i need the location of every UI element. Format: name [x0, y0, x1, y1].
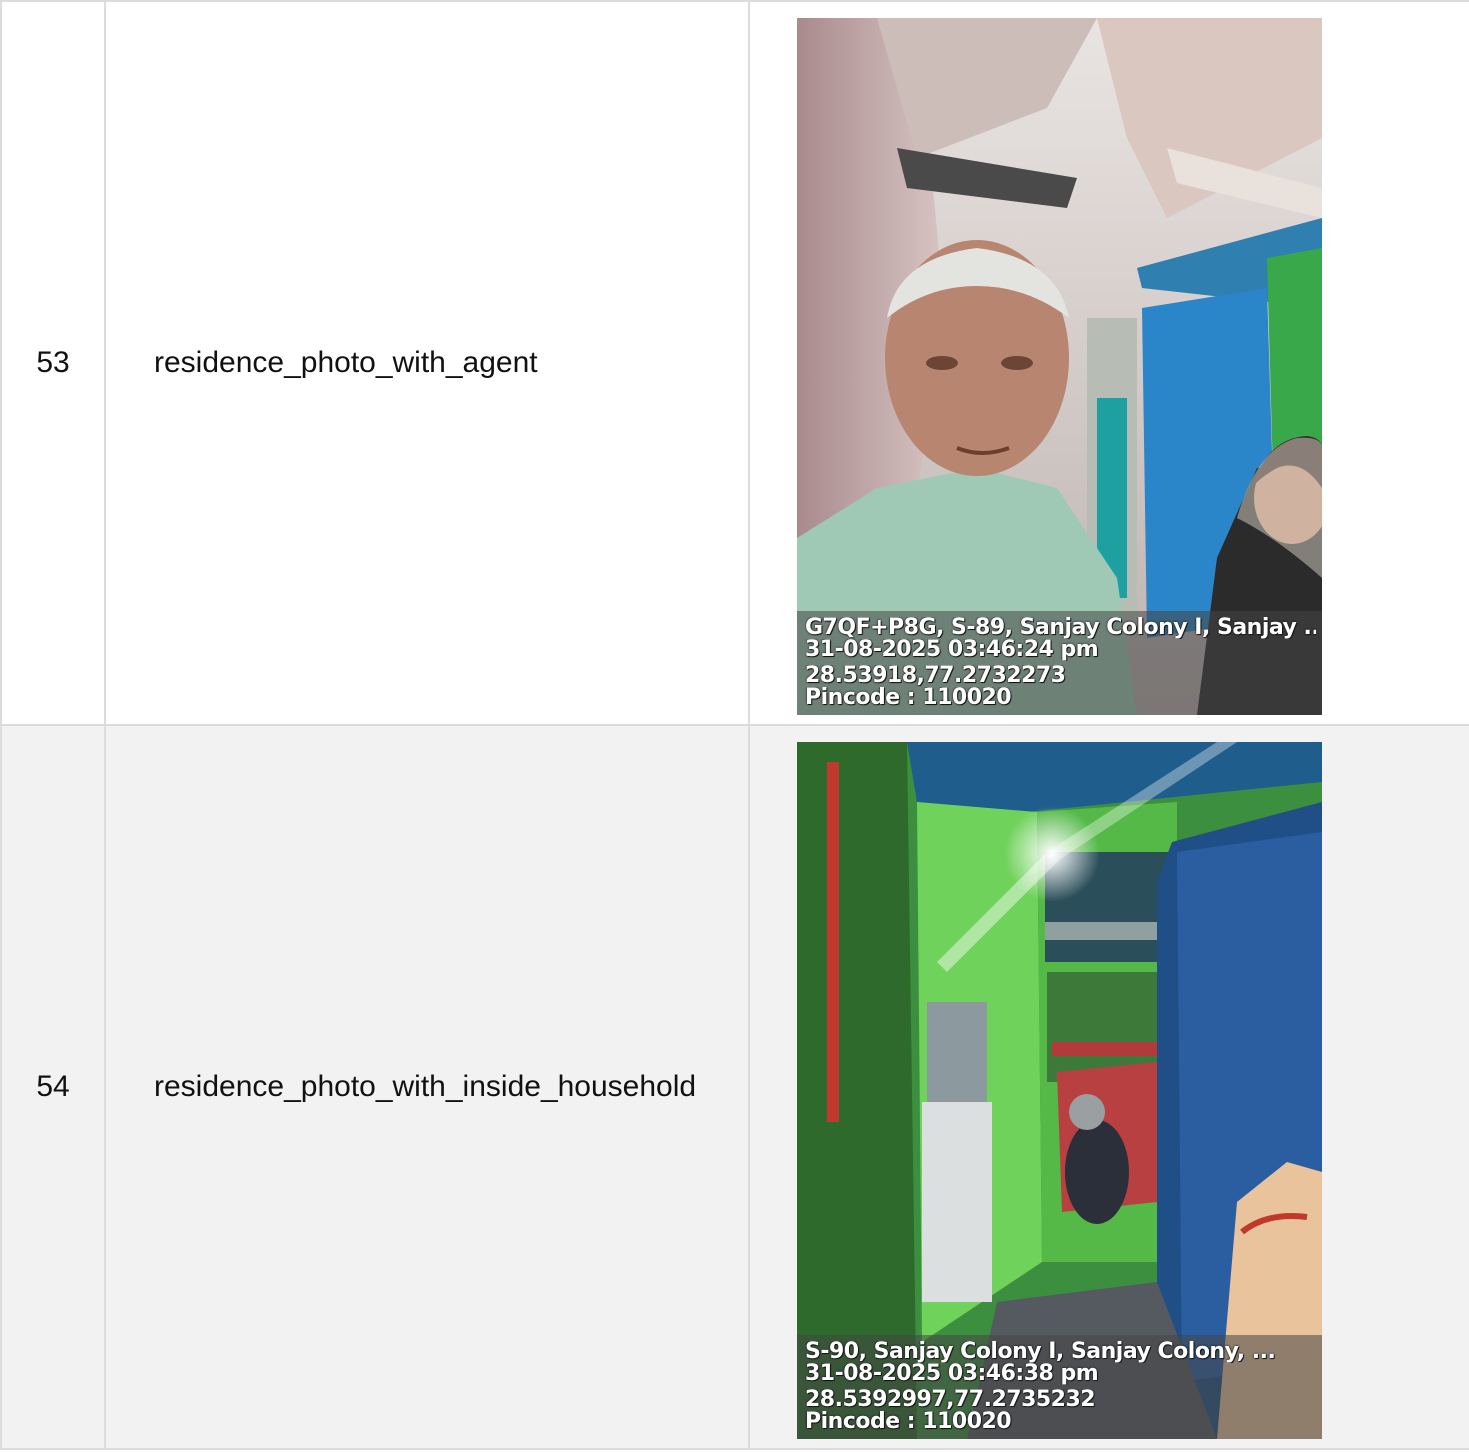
row-number: 53: [0, 0, 106, 726]
photo-coordinates: 28.5392997,77.2735232: [805, 1389, 1096, 1411]
table-row: 54 residence_photo_with_inside_household: [0, 724, 1469, 1450]
table-row: 53 residence_photo_with_agent G7QF+P8G, …: [0, 0, 1469, 726]
photo-datetime: 31-08-2025 03:46:38 pm: [805, 1363, 1099, 1385]
photo-datetime: 31-08-2025 03:46:24 pm: [805, 639, 1099, 661]
photo-cell: G7QF+P8G, S-89, Sanjay Colony I, Sanjay …: [748, 0, 1469, 726]
photo-coordinates: 28.53918,77.2732273: [805, 665, 1066, 687]
residence-photo-inside-household[interactable]: S-90, Sanjay Colony I, Sanjay Colony, ..…: [797, 742, 1322, 1439]
residence-photo-agent[interactable]: G7QF+P8G, S-89, Sanjay Colony I, Sanjay …: [797, 18, 1322, 715]
photo-address: S-90, Sanjay Colony I, Sanjay Colony, ..…: [805, 1341, 1276, 1363]
photo-geotag-caption: G7QF+P8G, S-89, Sanjay Colony I, Sanjay …: [797, 611, 1322, 715]
document-label: residence_photo_with_agent: [104, 0, 750, 726]
document-label: residence_photo_with_inside_household: [104, 724, 750, 1450]
photo-geotag-caption: S-90, Sanjay Colony I, Sanjay Colony, ..…: [797, 1335, 1322, 1439]
photo-cell: S-90, Sanjay Colony I, Sanjay Colony, ..…: [748, 724, 1469, 1450]
photo-address: G7QF+P8G, S-89, Sanjay Colony I, Sanjay …: [805, 617, 1316, 639]
photo-pincode: Pincode : 110020: [805, 687, 1012, 709]
row-number: 54: [0, 724, 106, 1450]
documents-table: 53 residence_photo_with_agent G7QF+P8G, …: [0, 0, 1469, 1450]
photo-pincode: Pincode : 110020: [805, 1411, 1012, 1433]
